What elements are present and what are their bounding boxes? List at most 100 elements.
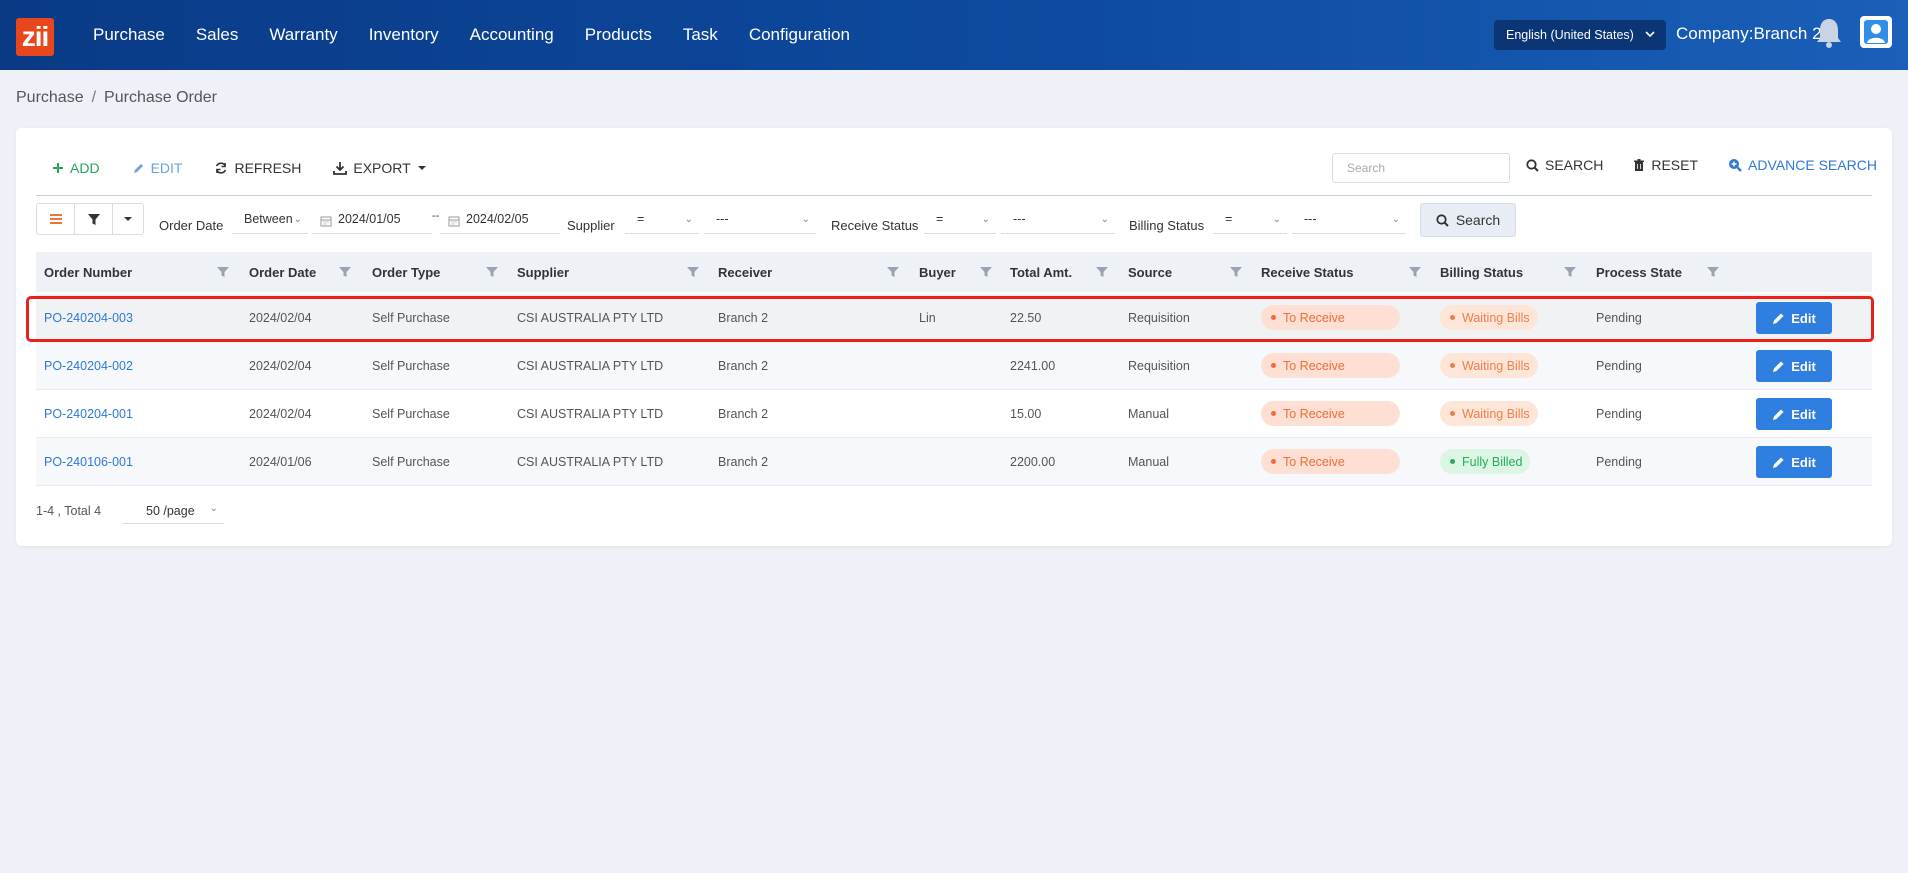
- column-filter-icon[interactable]: [339, 266, 351, 278]
- bell-icon[interactable]: [1814, 16, 1844, 50]
- list-view-button[interactable]: [37, 204, 75, 234]
- user-avatar[interactable]: [1860, 16, 1892, 48]
- filter-options-button[interactable]: [113, 204, 143, 234]
- col-order-number[interactable]: Order Number: [44, 265, 132, 280]
- receive-status-select[interactable]: --- ⌄: [1001, 212, 1115, 234]
- nav-task[interactable]: Task: [683, 25, 718, 45]
- col-order-type[interactable]: Order Type: [372, 265, 440, 280]
- filter-button[interactable]: [75, 204, 113, 234]
- column-filter-icon[interactable]: [486, 266, 498, 278]
- table-row[interactable]: PO-240204-003 2024/02/04 Self Purchase C…: [36, 294, 1872, 342]
- col-supplier[interactable]: Supplier: [517, 265, 569, 280]
- breadcrumb-purchase[interactable]: Purchase: [16, 89, 84, 106]
- filter-search-button[interactable]: Search: [1420, 203, 1516, 237]
- total-amount-cell: 2241.00: [1010, 359, 1056, 373]
- receive-status-badge: To Receive: [1261, 449, 1400, 474]
- receiver-cell: Branch 2: [718, 359, 769, 373]
- search-button[interactable]: SEARCH: [1526, 157, 1603, 173]
- col-total-amount[interactable]: Total Amt.: [1010, 265, 1072, 280]
- receive-status-badge: To Receive: [1261, 305, 1400, 330]
- column-filter-icon[interactable]: [887, 266, 899, 278]
- source-cell: Requisition: [1128, 359, 1190, 373]
- main-nav: Purchase Sales Warranty Inventory Accoun…: [93, 0, 881, 70]
- billing-status-operator[interactable]: = ⌄: [1213, 212, 1287, 234]
- col-buyer[interactable]: Buyer: [919, 265, 956, 280]
- user-icon: [1864, 20, 1888, 44]
- col-receiver[interactable]: Receiver: [718, 265, 772, 280]
- order-date-operator[interactable]: Between ⌄: [232, 212, 308, 234]
- pencil-icon: [1773, 313, 1784, 324]
- chevron-down-icon: ⌄: [684, 214, 693, 225]
- caret-down-icon: [124, 217, 132, 221]
- language-select[interactable]: English (United States): [1494, 20, 1666, 50]
- nav-products[interactable]: Products: [585, 25, 652, 45]
- column-filter-icon[interactable]: [1564, 266, 1576, 278]
- table-row[interactable]: PO-240204-001 2024/02/04 Self Purchase C…: [36, 390, 1872, 438]
- refresh-icon: [216, 162, 227, 174]
- nav-accounting[interactable]: Accounting: [470, 25, 554, 45]
- edit-button[interactable]: EDIT: [132, 160, 183, 176]
- add-button[interactable]: ADD: [52, 160, 100, 176]
- column-filter-icon[interactable]: [1409, 266, 1421, 278]
- nav-purchase[interactable]: Purchase: [93, 25, 165, 45]
- source-cell: Requisition: [1128, 311, 1190, 325]
- receive-status-operator[interactable]: = ⌄: [924, 212, 996, 234]
- pencil-icon: [1773, 409, 1784, 420]
- add-label: ADD: [70, 160, 100, 176]
- process-state-cell: Pending: [1596, 311, 1642, 325]
- page-size-select[interactable]: 50 /page ⌄: [122, 498, 224, 524]
- table-row[interactable]: PO-240106-001 2024/01/06 Self Purchase C…: [36, 438, 1872, 486]
- receive-status-badge: To Receive: [1261, 401, 1400, 426]
- pencil-icon: [1773, 457, 1784, 468]
- row-edit-button[interactable]: Edit: [1756, 350, 1832, 382]
- search-input[interactable]: Search: [1332, 153, 1510, 183]
- date-from-input[interactable]: 2024/01/05: [312, 212, 432, 234]
- order-number-link[interactable]: PO-240204-003: [44, 311, 133, 325]
- reset-button[interactable]: RESET: [1633, 157, 1698, 173]
- supplier-operator[interactable]: = ⌄: [625, 212, 699, 234]
- col-order-date[interactable]: Order Date: [249, 265, 316, 280]
- column-filter-icon[interactable]: [1096, 266, 1108, 278]
- row-edit-button[interactable]: Edit: [1756, 302, 1832, 334]
- supplier-cell: CSI AUSTRALIA PTY LTD: [517, 455, 664, 469]
- date-to-input[interactable]: 2024/02/05: [440, 212, 560, 234]
- export-label: EXPORT: [353, 160, 411, 176]
- billing-status-select[interactable]: --- ⌄: [1292, 212, 1406, 234]
- col-billing-status[interactable]: Billing Status: [1440, 265, 1523, 280]
- nav-sales[interactable]: Sales: [196, 25, 239, 45]
- order-date-cell: 2024/02/04: [249, 359, 312, 373]
- chevron-down-icon: ⌄: [1100, 214, 1109, 225]
- order-number-link[interactable]: PO-240204-002: [44, 359, 133, 373]
- order-number-link[interactable]: PO-240204-001: [44, 407, 133, 421]
- zii-logo[interactable]: zii: [16, 18, 54, 56]
- row-edit-button[interactable]: Edit: [1756, 398, 1832, 430]
- export-button[interactable]: EXPORT: [333, 160, 432, 176]
- nav-inventory[interactable]: Inventory: [369, 25, 439, 45]
- refresh-button[interactable]: REFRESH: [214, 160, 301, 176]
- advance-search-button[interactable]: ADVANCE SEARCH: [1728, 157, 1877, 173]
- col-source[interactable]: Source: [1128, 265, 1172, 280]
- trash-icon: [1634, 158, 1645, 171]
- advance-search-label: ADVANCE SEARCH: [1748, 157, 1877, 173]
- col-receive-status[interactable]: Receive Status: [1261, 265, 1354, 280]
- table-row[interactable]: PO-240204-002 2024/02/04 Self Purchase C…: [36, 342, 1872, 390]
- supplier-cell: CSI AUSTRALIA PTY LTD: [517, 359, 664, 373]
- column-filter-icon[interactable]: [1230, 266, 1242, 278]
- row-edit-button[interactable]: Edit: [1756, 446, 1832, 478]
- nav-warranty[interactable]: Warranty: [269, 25, 337, 45]
- column-filter-icon[interactable]: [687, 266, 699, 278]
- supplier-select[interactable]: --- ⌄: [704, 212, 816, 234]
- column-filter-icon[interactable]: [1707, 266, 1719, 278]
- plus-icon: [53, 163, 63, 173]
- edit-label: EDIT: [150, 160, 183, 176]
- order-date-operator-value: Between: [244, 212, 293, 226]
- nav-configuration[interactable]: Configuration: [749, 25, 850, 45]
- order-number-link[interactable]: PO-240106-001: [44, 455, 133, 469]
- column-filter-icon[interactable]: [217, 266, 229, 278]
- company-label: Company:Branch 2: [1676, 24, 1822, 43]
- column-filter-icon[interactable]: [980, 266, 992, 278]
- col-process-state[interactable]: Process State: [1596, 265, 1682, 280]
- billing-status-badge: Fully Billed: [1440, 449, 1531, 474]
- chevron-down-icon: ⌄: [981, 214, 990, 225]
- buyer-cell: Lin: [919, 311, 936, 325]
